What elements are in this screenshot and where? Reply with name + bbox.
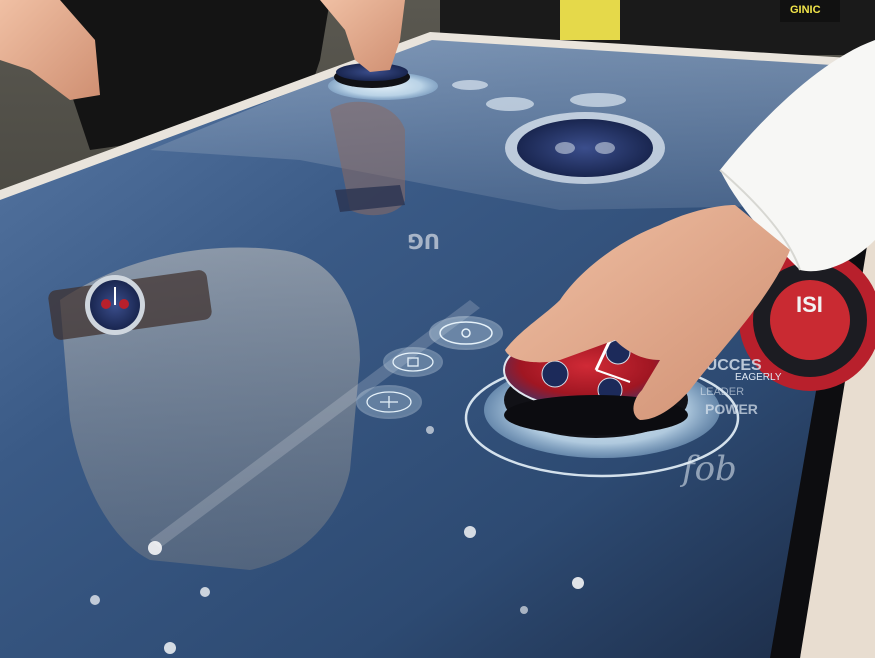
- yellow-panel: [560, 0, 620, 40]
- scene-canvas: GINIC UG ISI EAGERLY SUCCES POWER LEADER…: [0, 0, 875, 658]
- dial-badge-text: ISI: [796, 292, 823, 317]
- reflection-text: UG: [407, 229, 440, 253]
- panel-word-3: LEADER: [700, 386, 744, 398]
- watch-image-far[interactable]: [505, 112, 665, 184]
- menu-button-bottom[interactable]: [356, 385, 422, 419]
- menu-button-top[interactable]: [429, 316, 503, 350]
- sign-text: GINIC: [790, 4, 821, 16]
- scene: GINIC UG ISI EAGERLY SUCCES POWER LEADER…: [0, 0, 875, 658]
- menu-button-middle[interactable]: [383, 347, 443, 377]
- panel-word-2: POWER: [705, 401, 758, 417]
- bottom-right-script: fob: [679, 449, 737, 489]
